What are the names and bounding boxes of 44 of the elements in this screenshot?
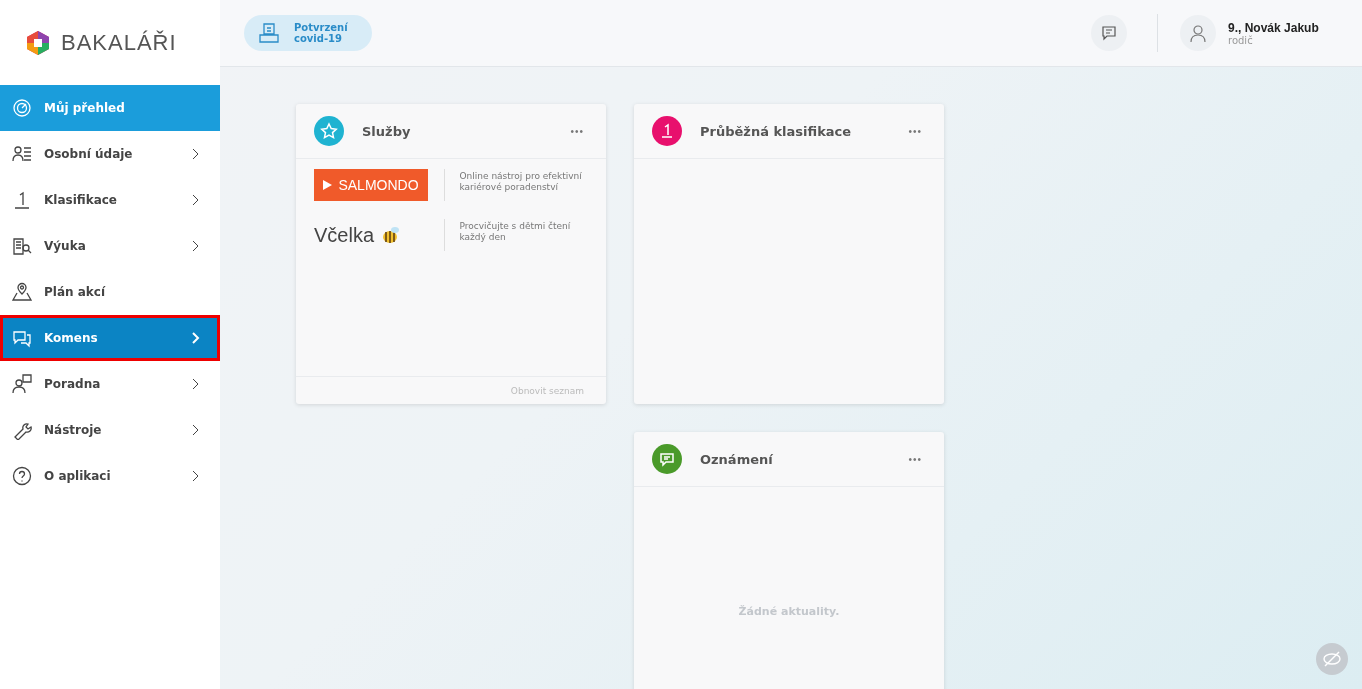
widget-title: Průběžná klasifikace xyxy=(700,123,853,139)
more-button[interactable]: ••• xyxy=(570,125,584,137)
sidebar-item[interactable]: Komens xyxy=(0,315,220,361)
more-button[interactable]: ••• xyxy=(908,453,922,465)
eye-off-icon xyxy=(1322,649,1342,669)
messages-button[interactable] xyxy=(1091,15,1127,51)
widget-title: Oznámení xyxy=(700,451,774,467)
chat-icon xyxy=(1101,25,1117,41)
widget-title: Služby xyxy=(362,123,412,139)
chevron-icon xyxy=(192,470,200,482)
user-name: 9., Novák Jakub xyxy=(1228,20,1320,35)
bee-icon xyxy=(380,226,401,244)
service-logo[interactable]: Včelka xyxy=(314,223,375,247)
service-description: Online nástroj pro efektivní kariérové poradenství xyxy=(444,169,588,201)
chevron-icon xyxy=(192,194,200,206)
chevron-icon xyxy=(192,148,200,160)
book-search-icon xyxy=(12,236,32,256)
sidebar-item[interactable]: O aplikaci xyxy=(0,453,220,499)
logo-icon xyxy=(25,29,51,56)
sidebar-item[interactable]: Plán akcí xyxy=(0,269,220,315)
help-icon xyxy=(12,466,32,486)
person-message-icon xyxy=(12,374,32,394)
brand-name: BAKALÁŘI xyxy=(61,29,177,56)
person-icon xyxy=(1188,23,1208,43)
sidebar-item[interactable]: Klasifikace xyxy=(0,177,220,223)
printer-icon xyxy=(258,22,280,44)
chevron-icon xyxy=(192,424,200,436)
chat-bubbles-icon xyxy=(12,328,32,348)
map-pin-icon xyxy=(12,282,32,302)
sidebar-item[interactable]: Poradna xyxy=(0,361,220,407)
sidebar-item[interactable]: Nástroje xyxy=(0,407,220,453)
chevron-icon xyxy=(192,378,200,390)
service-description: Procvičujte s dětmi čtení každý den xyxy=(444,219,588,251)
user-role: rodič xyxy=(1228,34,1254,46)
chevron-icon xyxy=(192,332,200,344)
chevron-icon xyxy=(192,240,200,252)
gauge-icon xyxy=(12,98,32,118)
person-list-icon xyxy=(12,144,32,164)
avatar[interactable] xyxy=(1180,15,1216,51)
sidebar-item[interactable]: Výuka xyxy=(0,223,220,269)
number-one-icon xyxy=(12,190,32,210)
wrench-icon xyxy=(12,420,32,440)
more-button[interactable]: ••• xyxy=(908,125,922,137)
sidebar-item[interactable]: Osobní údaje xyxy=(0,131,220,177)
